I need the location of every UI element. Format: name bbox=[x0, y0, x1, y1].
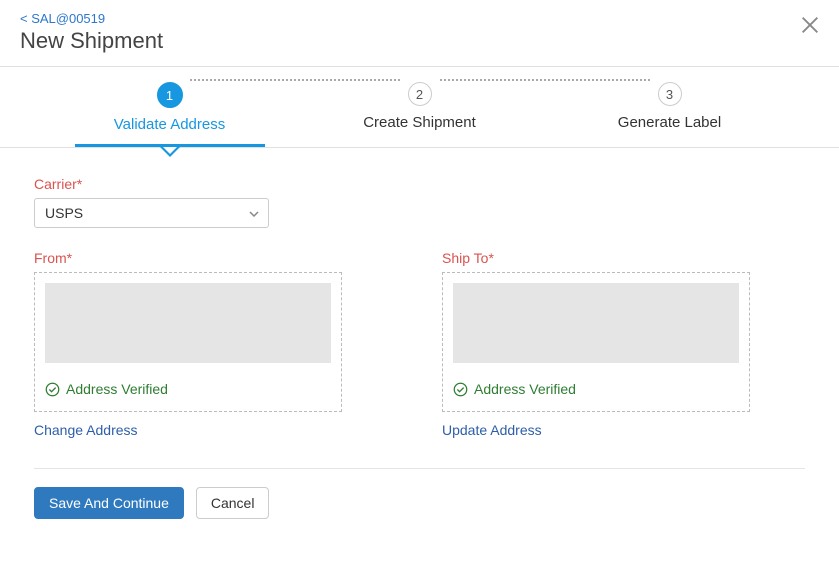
ship-to-verified-text: Address Verified bbox=[474, 381, 576, 397]
check-circle-icon bbox=[453, 382, 468, 397]
ship-to-address-section: Ship To* Address Verified Update Address bbox=[442, 250, 750, 440]
ship-to-address-placeholder bbox=[453, 283, 739, 363]
carrier-selected-value: USPS bbox=[45, 205, 83, 221]
stepper: 1 Validate Address 2 Create Shipment 3 G… bbox=[0, 67, 839, 148]
close-icon bbox=[799, 14, 821, 36]
page-header: < SAL@00519 New Shipment bbox=[0, 0, 839, 67]
step-label: Create Shipment bbox=[363, 114, 476, 145]
ship-to-label: Ship To* bbox=[442, 250, 750, 266]
breadcrumb-link[interactable]: < SAL@00519 bbox=[20, 11, 105, 26]
active-step-indicator bbox=[160, 147, 180, 157]
check-circle-icon bbox=[45, 382, 60, 397]
from-address-section: From* Address Verified Change Address bbox=[34, 250, 342, 440]
step-label: Validate Address bbox=[114, 116, 225, 147]
carrier-select[interactable]: USPS bbox=[34, 198, 269, 228]
form-area: Carrier* USPS From* Address Verified Cha… bbox=[0, 148, 839, 519]
ship-to-verified-status: Address Verified bbox=[453, 381, 739, 401]
step-connector bbox=[440, 79, 650, 81]
step-label: Generate Label bbox=[618, 114, 721, 145]
from-verified-status: Address Verified bbox=[45, 381, 331, 401]
step-generate-label[interactable]: 3 Generate Label bbox=[545, 82, 795, 145]
divider bbox=[34, 468, 805, 469]
footer-buttons: Save And Continue Cancel bbox=[34, 487, 805, 519]
step-number: 3 bbox=[658, 82, 682, 106]
update-address-link[interactable]: Update Address bbox=[442, 422, 542, 438]
step-number: 2 bbox=[408, 82, 432, 106]
ship-to-address-box: Address Verified bbox=[442, 272, 750, 412]
close-button[interactable] bbox=[799, 14, 821, 36]
from-address-box: Address Verified bbox=[34, 272, 342, 412]
cancel-button[interactable]: Cancel bbox=[196, 487, 270, 519]
step-validate-address[interactable]: 1 Validate Address bbox=[45, 82, 295, 147]
from-verified-text: Address Verified bbox=[66, 381, 168, 397]
carrier-label: Carrier* bbox=[34, 176, 805, 192]
change-address-link[interactable]: Change Address bbox=[34, 422, 138, 438]
step-number: 1 bbox=[157, 82, 183, 108]
step-create-shipment[interactable]: 2 Create Shipment bbox=[295, 82, 545, 145]
save-and-continue-button[interactable]: Save And Continue bbox=[34, 487, 184, 519]
page-title: New Shipment bbox=[20, 28, 819, 54]
from-address-placeholder bbox=[45, 283, 331, 363]
from-label: From* bbox=[34, 250, 342, 266]
step-connector bbox=[190, 79, 400, 81]
